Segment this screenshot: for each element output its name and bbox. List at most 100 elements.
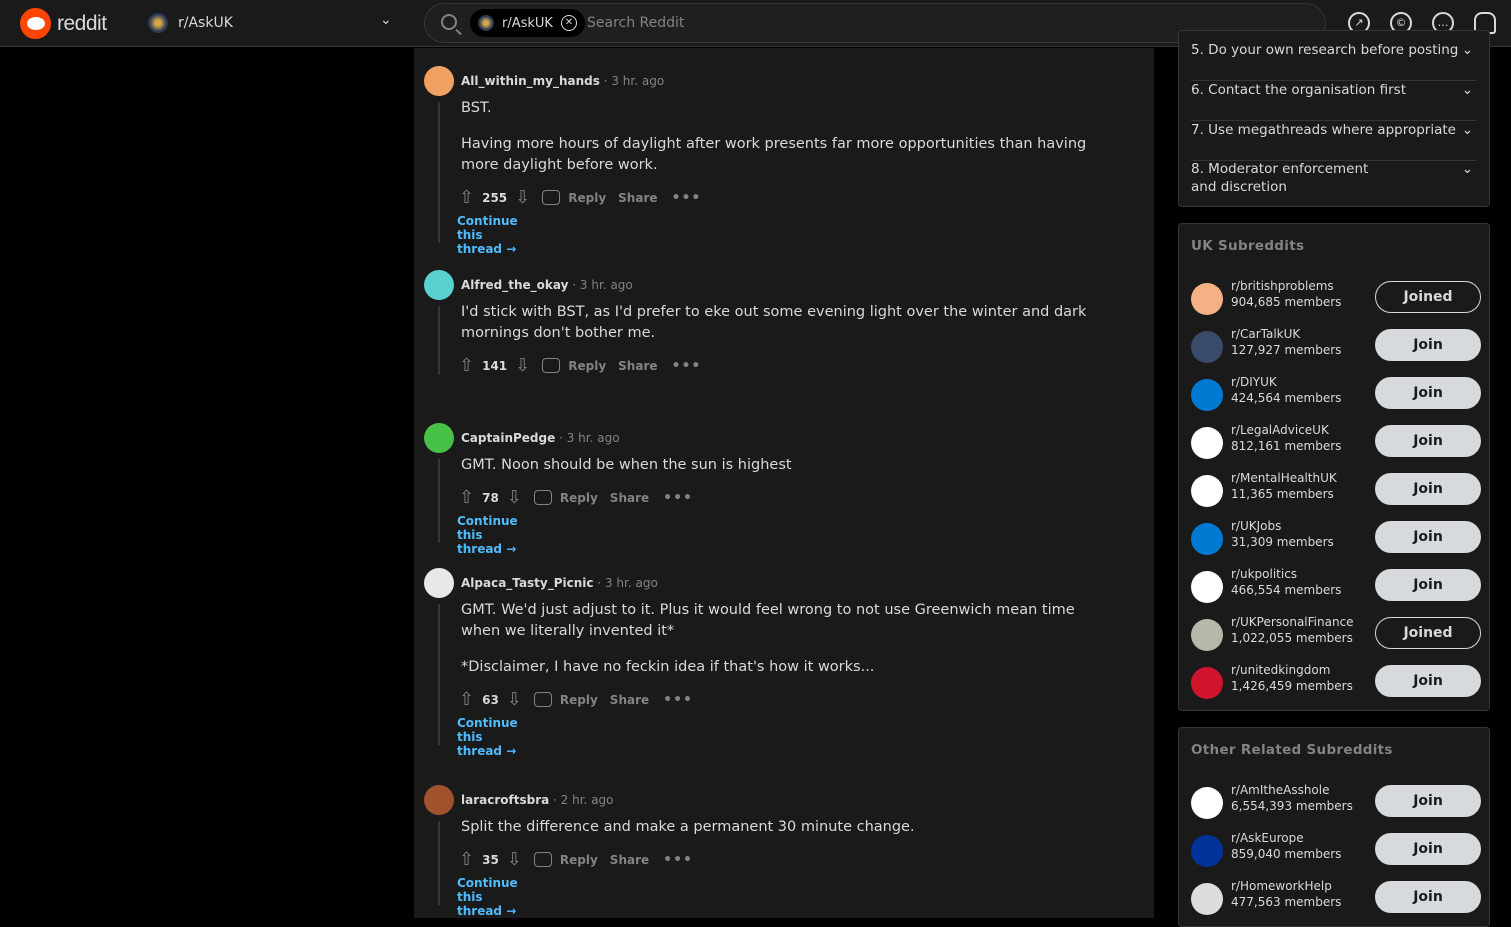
more-options-icon[interactable]: •••: [663, 852, 693, 868]
downvote-icon[interactable]: ⇩: [507, 689, 522, 710]
subreddit-row[interactable]: r/unitedkingdom 1,426,459 members Join: [1191, 663, 1481, 703]
author-name[interactable]: All_within_my_hands: [461, 74, 600, 88]
avatar[interactable]: [424, 785, 454, 815]
subreddit-row[interactable]: r/britishproblems 904,685 members Joined: [1191, 279, 1481, 319]
rule-item[interactable]: 6. Contact the organisation first ⌄: [1191, 81, 1477, 121]
chevron-down-icon[interactable]: ⌄: [1462, 121, 1473, 139]
join-button[interactable]: Join: [1375, 521, 1481, 553]
avatar[interactable]: [424, 423, 454, 453]
member-count: 424,564 members: [1231, 391, 1342, 405]
more-options-icon[interactable]: •••: [663, 490, 693, 506]
continue-thread-link[interactable]: Continue this thread →: [457, 716, 518, 758]
chevron-down-icon[interactable]: ⌄: [1462, 81, 1473, 99]
subreddit-row[interactable]: r/UKJobs 31,309 members Join: [1191, 519, 1481, 559]
subreddit-row[interactable]: r/CarTalkUK 127,927 members Join: [1191, 327, 1481, 367]
author-name[interactable]: laracroftsbra: [461, 793, 549, 807]
author-name[interactable]: Alpaca_Tasty_Picnic: [461, 576, 594, 590]
upvote-icon[interactable]: ⇧: [459, 849, 474, 870]
community-selector[interactable]: r/AskUK: [148, 13, 233, 33]
reply-button[interactable]: Reply: [560, 853, 598, 867]
subreddit-name[interactable]: r/CarTalkUK: [1231, 327, 1300, 341]
subreddit-name[interactable]: r/DIYUK: [1231, 375, 1277, 389]
join-button[interactable]: Join: [1375, 665, 1481, 697]
subreddit-name[interactable]: r/unitedkingdom: [1231, 663, 1330, 677]
downvote-icon[interactable]: ⇩: [507, 487, 522, 508]
comment-icon[interactable]: [542, 190, 561, 205]
downvote-icon[interactable]: ⇩: [515, 355, 530, 376]
rule-item[interactable]: 8. Moderator enforcement and discretion ⌄: [1191, 160, 1477, 208]
subreddit-name[interactable]: r/ukpolitics: [1231, 567, 1297, 581]
reddit-logo[interactable]: reddit: [20, 8, 107, 39]
subreddit-row[interactable]: r/ukpolitics 466,554 members Join: [1191, 567, 1481, 607]
upvote-icon[interactable]: ⇧: [459, 355, 474, 376]
downvote-icon[interactable]: ⇩: [507, 849, 522, 870]
downvote-icon[interactable]: ⇩: [515, 187, 530, 208]
upvote-icon[interactable]: ⇧: [459, 187, 474, 208]
share-button[interactable]: Share: [610, 853, 649, 867]
join-button[interactable]: Join: [1375, 473, 1481, 505]
thread-line[interactable]: [438, 821, 440, 905]
comment-icon[interactable]: [533, 692, 552, 707]
thread-line[interactable]: [438, 604, 440, 745]
subreddit-row[interactable]: r/LegalAdviceUK 812,161 members Join: [1191, 423, 1481, 463]
joined-button[interactable]: Joined: [1375, 281, 1481, 313]
search-community-chip[interactable]: r/AskUK ✕: [470, 9, 585, 37]
continue-thread-link[interactable]: Continue this thread →: [457, 514, 518, 556]
comment-icon[interactable]: [533, 852, 552, 867]
chevron-down-icon[interactable]: ⌄: [1462, 160, 1473, 178]
subreddit-name[interactable]: r/britishproblems: [1231, 279, 1334, 293]
join-button[interactable]: Join: [1375, 569, 1481, 601]
join-button[interactable]: Join: [1375, 425, 1481, 457]
subreddit-name[interactable]: r/LegalAdviceUK: [1231, 423, 1329, 437]
join-button[interactable]: Join: [1375, 377, 1481, 409]
share-button[interactable]: Share: [610, 693, 649, 707]
rule-item[interactable]: 7. Use megathreads where appropriate ⌄: [1191, 121, 1477, 161]
subreddit-row[interactable]: r/HomeworkHelp 477,563 members Join: [1191, 879, 1481, 919]
avatar[interactable]: [424, 270, 454, 300]
chevron-down-icon[interactable]: ⌄: [1462, 41, 1473, 59]
more-options-icon[interactable]: •••: [663, 692, 693, 708]
avatar[interactable]: [424, 568, 454, 598]
continue-thread-link[interactable]: Continue this thread →: [457, 876, 518, 918]
subreddit-name[interactable]: r/UKJobs: [1231, 519, 1281, 533]
author-name[interactable]: Alfred_the_okay: [461, 278, 568, 292]
subreddit-name[interactable]: r/AmItheAsshole: [1231, 783, 1329, 797]
avatar[interactable]: [424, 66, 454, 96]
reply-button[interactable]: Reply: [568, 191, 606, 205]
more-options-icon[interactable]: •••: [672, 190, 702, 206]
reply-button[interactable]: Reply: [568, 359, 606, 373]
chevron-down-icon[interactable]: ⌄: [380, 12, 392, 28]
comment-icon[interactable]: [533, 490, 552, 505]
subreddit-row[interactable]: r/AmItheAsshole 6,554,393 members Join: [1191, 783, 1481, 823]
share-button[interactable]: Share: [618, 359, 657, 373]
subreddit-name[interactable]: r/AskEurope: [1231, 831, 1304, 845]
thread-line[interactable]: [438, 102, 440, 243]
join-button[interactable]: Join: [1375, 881, 1481, 913]
subreddit-name[interactable]: r/MentalHealthUK: [1231, 471, 1337, 485]
joined-button[interactable]: Joined: [1375, 617, 1481, 649]
join-button[interactable]: Join: [1375, 785, 1481, 817]
reply-button[interactable]: Reply: [560, 693, 598, 707]
subreddit-row[interactable]: r/DIYUK 424,564 members Join: [1191, 375, 1481, 415]
subreddit-name[interactable]: r/HomeworkHelp: [1231, 879, 1332, 893]
reply-button[interactable]: Reply: [560, 491, 598, 505]
upvote-icon[interactable]: ⇧: [459, 487, 474, 508]
subreddit-row[interactable]: r/UKPersonalFinance 1,022,055 members Join…: [1191, 615, 1481, 655]
subreddit-name[interactable]: r/UKPersonalFinance: [1231, 615, 1354, 629]
thread-line[interactable]: [438, 306, 440, 375]
share-button[interactable]: Share: [610, 491, 649, 505]
close-icon[interactable]: ✕: [560, 15, 577, 31]
share-button[interactable]: Share: [618, 191, 657, 205]
author-name[interactable]: CaptainPedge: [461, 431, 555, 445]
comment-icon[interactable]: [542, 358, 561, 373]
join-button[interactable]: Join: [1375, 833, 1481, 865]
subreddit-icon: [1191, 379, 1223, 411]
join-button[interactable]: Join: [1375, 329, 1481, 361]
subreddit-row[interactable]: r/AskEurope 859,040 members Join: [1191, 831, 1481, 871]
rule-item[interactable]: 5. Do your own research before posting ⌄: [1191, 41, 1477, 81]
more-options-icon[interactable]: •••: [672, 358, 702, 374]
continue-thread-link[interactable]: Continue this thread →: [457, 214, 518, 256]
thread-line[interactable]: [438, 459, 440, 543]
upvote-icon[interactable]: ⇧: [459, 689, 474, 710]
subreddit-row[interactable]: r/MentalHealthUK 11,365 members Join: [1191, 471, 1481, 511]
